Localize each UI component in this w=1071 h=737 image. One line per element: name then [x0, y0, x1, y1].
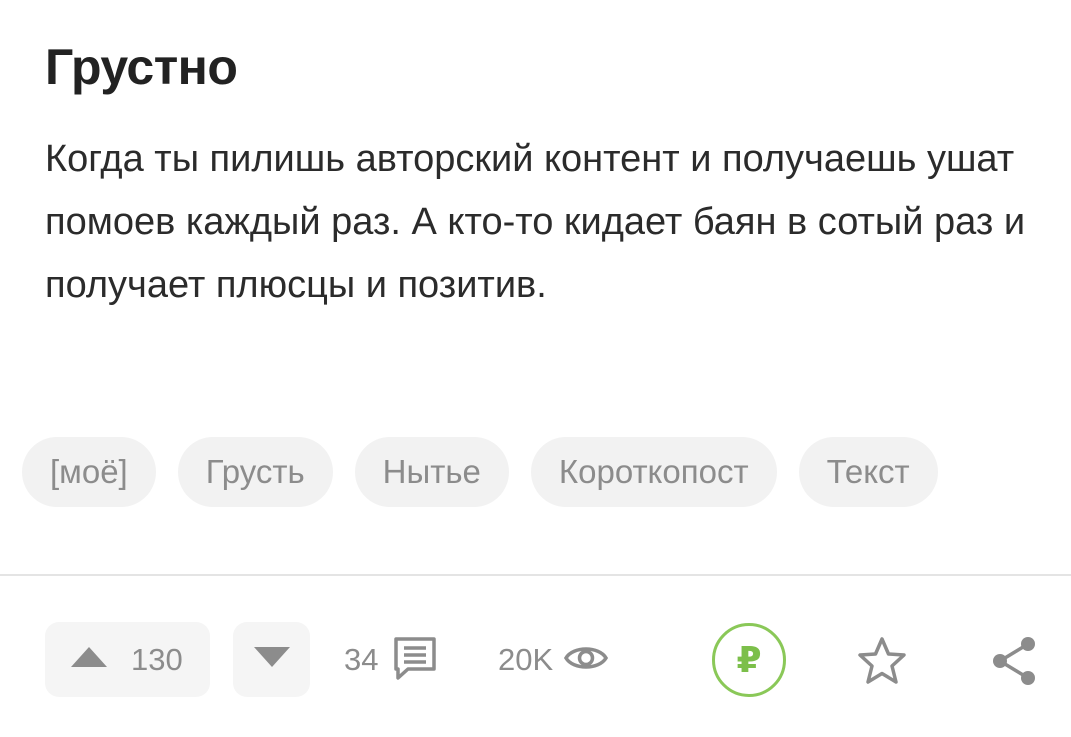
comment-icon [392, 635, 438, 686]
post-text: Когда ты пилишь авторский контент и полу… [45, 138, 1026, 306]
ruble-icon: ₽ [736, 639, 762, 680]
views-counter: 20K [498, 632, 609, 688]
post-title: Грустно [45, 39, 238, 95]
tag-list: [моё] Грусть Нытье Короткопост Текст [22, 437, 938, 507]
upvote-count: 130 [131, 641, 183, 677]
downvote-button[interactable] [233, 622, 310, 697]
tag-nyte[interactable]: Нытье [354, 437, 509, 507]
tag-grust[interactable]: Грусть [177, 437, 333, 507]
upvote-button[interactable]: 130 [45, 622, 210, 697]
share-button[interactable] [990, 634, 1038, 688]
eye-icon [563, 641, 609, 680]
share-icon [990, 637, 1038, 692]
comments-count: 34 [344, 642, 379, 677]
footer-divider [0, 574, 1071, 576]
donate-button[interactable]: ₽ [712, 623, 786, 697]
save-button[interactable] [856, 635, 908, 687]
tag-tekst[interactable]: Текст [798, 437, 938, 507]
views-count: 20K [498, 642, 554, 677]
tag-moe[interactable]: [моё] [22, 437, 156, 507]
downvote-icon [252, 644, 292, 675]
star-icon [856, 637, 908, 691]
comments-button[interactable]: 34 [344, 632, 438, 688]
tag-korotkopost[interactable]: Короткопост [530, 437, 777, 507]
upvote-icon [69, 644, 109, 675]
